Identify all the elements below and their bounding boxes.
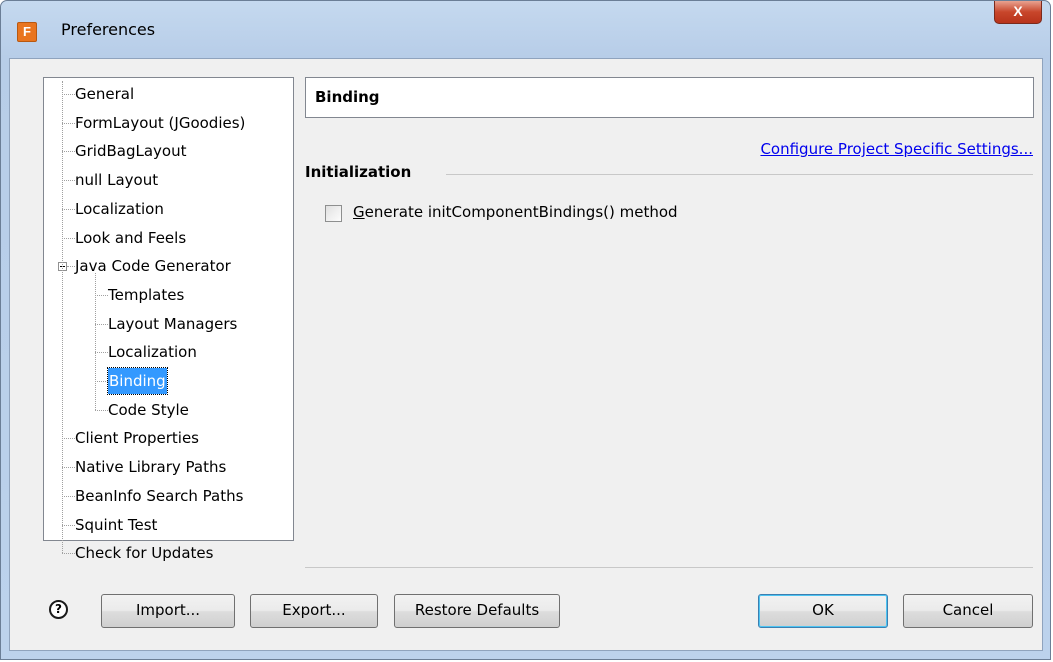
tree-connector — [95, 323, 108, 325]
tree-connector — [62, 237, 75, 239]
page-title: Binding — [315, 88, 380, 106]
section-divider — [446, 174, 1033, 175]
ok-button[interactable]: OK — [758, 594, 888, 628]
tree-item-label: FormLayout (JGoodies) — [75, 113, 246, 132]
tree-connector — [62, 524, 75, 526]
tree-item-label: Native Library Paths — [75, 458, 227, 477]
dialog-content: General FormLayout (JGoodies) GridBagLayou… — [9, 58, 1043, 651]
tree-connector — [67, 266, 75, 268]
tree-connector — [62, 553, 75, 555]
preferences-window: F Preferences X General FormLayout (JGood… — [0, 0, 1051, 660]
tree-connector — [62, 495, 75, 497]
tree-connector — [62, 151, 75, 153]
tree-connector — [62, 122, 75, 124]
tree-connector — [62, 180, 75, 182]
tree-item-label: Squint Test — [75, 515, 158, 534]
tree-root-connector — [62, 81, 63, 554]
tree-item-label: Binding — [107, 367, 168, 395]
tree-item-label: Localization — [75, 199, 164, 218]
preferences-tree[interactable]: General FormLayout (JGoodies) GridBagLayou… — [43, 77, 294, 562]
mnemonic-g: G — [353, 203, 365, 221]
tree-item-label: Localization — [108, 343, 197, 362]
tree-connector — [62, 208, 75, 210]
tree-item-label: Layout Managers — [108, 314, 238, 333]
tree-connector — [95, 381, 108, 382]
tree-item-label: Java Code Generator — [75, 257, 231, 276]
app-icon: F — [17, 22, 37, 42]
cancel-button[interactable]: Cancel — [903, 594, 1033, 628]
tree-item-label: Templates — [108, 285, 185, 304]
tree-item-label: Look and Feels — [75, 228, 187, 247]
tree-connector — [95, 409, 108, 411]
tree-connector — [95, 294, 108, 296]
tree-connector — [62, 467, 75, 469]
bottom-divider — [305, 567, 1033, 568]
tree-connector — [62, 438, 75, 440]
tree-item-label: Code Style — [108, 400, 189, 419]
import-button[interactable]: Import... — [101, 594, 235, 628]
tree-item-label: General — [75, 85, 135, 103]
help-icon[interactable]: ? — [49, 600, 68, 619]
tree-connector — [62, 94, 75, 95]
title-bar[interactable]: F Preferences X — [1, 1, 1050, 57]
close-button[interactable]: X — [994, 1, 1042, 24]
tree-item-label: Check for Updates — [75, 544, 214, 563]
configure-project-settings-link[interactable]: Configure Project Specific Settings... — [760, 140, 1033, 158]
window-title: Preferences — [61, 20, 156, 39]
tree-child-connector — [95, 273, 96, 410]
tree-item-label: Client Properties — [75, 429, 199, 448]
tree-item-label: GridBagLayout — [75, 142, 187, 161]
restore-defaults-button[interactable]: Restore Defaults — [394, 594, 560, 628]
section-title: Initialization — [305, 163, 412, 181]
tree-connector — [95, 352, 108, 354]
generate-bindings-label[interactable]: Generate initComponentBindings() method — [353, 203, 678, 221]
tree-item-label: null Layout — [75, 171, 159, 190]
export-button[interactable]: Export... — [250, 594, 378, 628]
tree-item-label: BeanInfo Search Paths — [75, 486, 244, 505]
page-title-box: Binding — [305, 77, 1034, 118]
generate-bindings-checkbox[interactable] — [325, 205, 342, 222]
checkbox-label-rest: enerate initComponentBindings() method — [364, 203, 678, 221]
